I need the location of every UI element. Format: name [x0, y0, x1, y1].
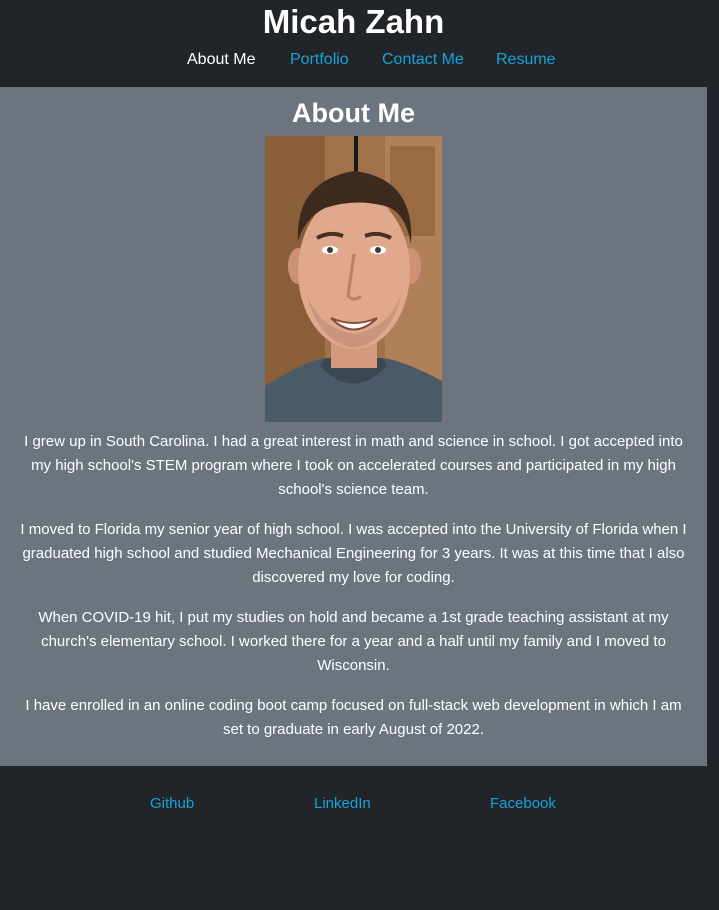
nav-resume[interactable]: Resume — [496, 49, 556, 71]
about-heading: About Me — [292, 98, 415, 128]
footer-github-link[interactable]: Github — [150, 794, 194, 814]
nav-contact-me[interactable]: Contact Me — [382, 49, 464, 71]
about-section: About Me I grew up in South Carolina. I … — [0, 87, 707, 766]
bio-paragraph-4: I have enrolled in an online coding boot… — [25, 697, 682, 738]
bio-paragraph-2: I moved to Florida my senior year of hig… — [20, 521, 687, 586]
nav-about-me[interactable]: About Me — [187, 49, 255, 71]
main-nav: About Me Portfolio Contact Me Resume — [0, 49, 707, 71]
bio-paragraph-3: When COVID-19 hit, I put my studies on h… — [38, 609, 669, 674]
footer-facebook-link[interactable]: Facebook — [490, 794, 556, 814]
footer-linkedin-link[interactable]: LinkedIn — [314, 794, 371, 814]
nav-portfolio[interactable]: Portfolio — [290, 49, 349, 71]
bio-paragraph-1: I grew up in South Carolina. I had a gre… — [24, 433, 683, 498]
site-title: Micah Zahn — [262, 3, 445, 40]
site-header: Micah Zahn About Me Portfolio Contact Me… — [0, 0, 719, 87]
profile-photo — [265, 136, 442, 422]
